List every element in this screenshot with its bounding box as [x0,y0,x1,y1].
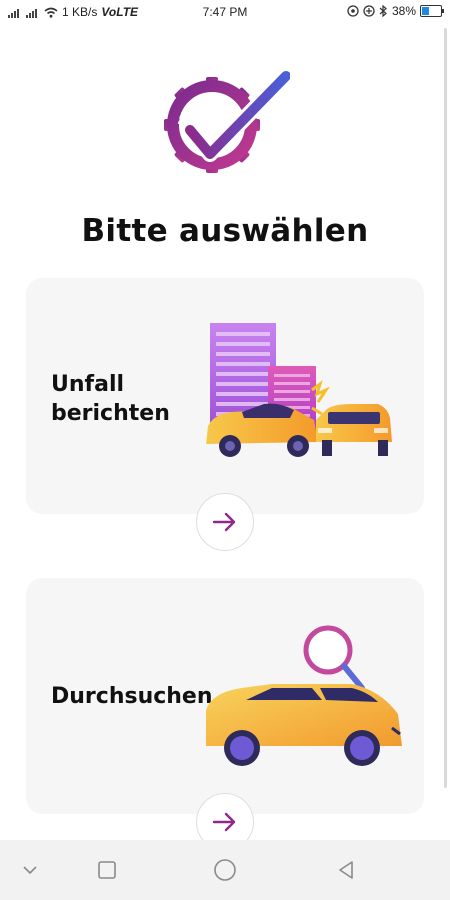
option-card-search[interactable]: Durchsuchen [26,578,424,814]
system-nav-bar [0,840,450,900]
battery-percent: 38% [391,4,416,18]
nav-recents-button[interactable] [95,858,119,882]
car-crash-illustration [206,323,392,457]
arrow-right-icon [212,812,236,832]
car-search-illustration [206,625,402,766]
bluetooth-icon [379,5,387,17]
page-title: Bitte auswählen [81,213,369,249]
report-accident-arrow-button[interactable] [196,493,254,551]
nav-home-button[interactable] [213,858,237,882]
nav-back-button[interactable] [334,858,358,882]
circle-icon [214,859,236,881]
square-icon [98,861,116,879]
nav-collapse-button[interactable] [18,858,42,882]
option-card-report-accident[interactable]: Unfall berichten [26,278,424,514]
vpn-icon [347,5,359,17]
scrollbar[interactable] [444,28,447,788]
location-icon [363,5,375,17]
app-logo: DEKRAUTOCHECKER [164,70,290,173]
triangle-back-icon [339,861,353,879]
arrow-right-icon [212,512,236,532]
status-right: 38% [347,4,444,18]
status-bar: 1 KB/s VoLTE 7:47 PM 38% [0,0,450,26]
option-label-report-accident: Unfall berichten [51,372,170,426]
battery-icon [420,5,444,17]
chevron-down-icon [23,866,37,875]
